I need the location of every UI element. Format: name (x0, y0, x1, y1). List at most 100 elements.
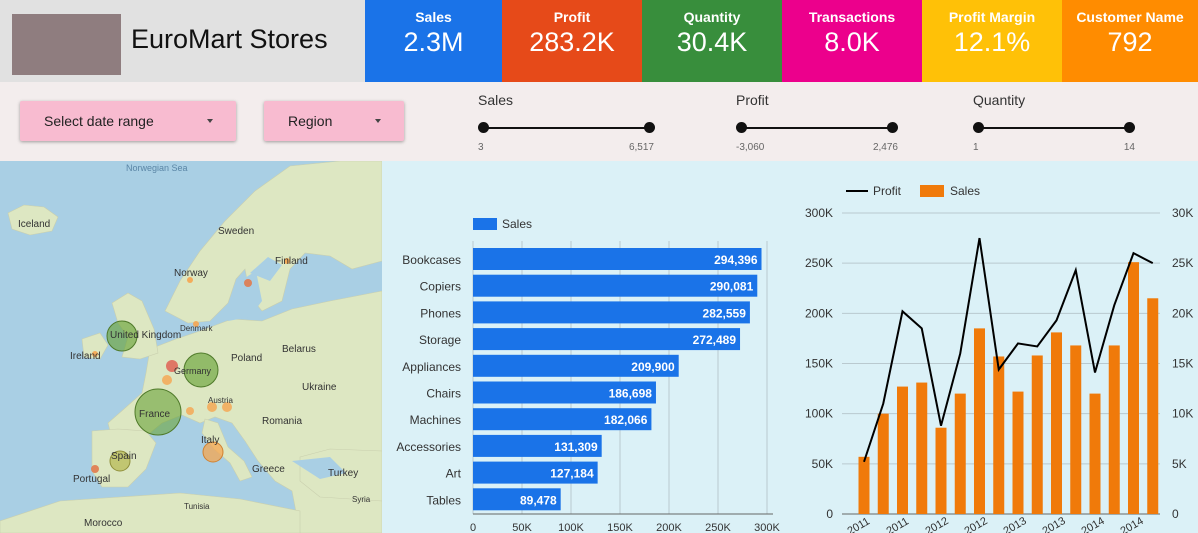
y2-tick-label: 30K (1172, 206, 1193, 220)
y2-tick-label: 0 (1172, 507, 1179, 521)
map-label: Norwegian Sea (126, 163, 188, 173)
map-label: United Kingdom (110, 330, 181, 341)
map-label: Finland (275, 256, 308, 267)
x-tick-label: 100K (558, 522, 584, 533)
sales-bar[interactable] (897, 386, 908, 514)
map-label: Turkey (328, 468, 358, 479)
x-tick-label: 150K (607, 522, 633, 533)
brand-block: EuroMart Stores (0, 0, 365, 82)
bar-value-label: 282,559 (703, 306, 747, 320)
kpi-label: Sales (415, 9, 452, 25)
y-tick-label: 0 (826, 507, 833, 521)
map-label: Greece (252, 464, 285, 475)
y-tick-label: 150K (805, 357, 833, 371)
sales-bar[interactable] (1108, 345, 1120, 514)
map-label: France (139, 409, 171, 420)
sales-bar[interactable] (916, 382, 928, 514)
kpi-card-customer-name[interactable]: Customer Name 792 (1062, 0, 1198, 82)
x-tick-label: 2013 (1002, 515, 1029, 533)
slider-max-value: 6,517 (628, 142, 654, 153)
sales-geo-map[interactable]: Norwegian Sea Iceland Sweden Finland Nor… (0, 161, 382, 533)
kpi-card-sales[interactable]: Sales 2.3M (365, 0, 502, 82)
sweden-sales-bubble[interactable] (244, 279, 252, 287)
kpi-card-profit[interactable]: Profit 283.2K (502, 0, 642, 82)
category-label: Art (446, 467, 462, 481)
legend-label-sales: Sales (950, 184, 980, 198)
x-tick-label: 2012 (924, 515, 951, 533)
map-label: Ireland (70, 351, 101, 362)
quantity-range-slider[interactable]: Quantity 1 14 (973, 82, 1137, 161)
sales-bar[interactable] (1128, 262, 1139, 514)
bar-value-label: 127,184 (550, 467, 594, 481)
company-logo (12, 14, 121, 75)
profit-range-slider[interactable]: Profit -3,060 2,476 (736, 82, 900, 161)
sales-bar[interactable] (858, 456, 870, 514)
kpi-card-transactions[interactable]: Transactions 8.0K (782, 0, 922, 82)
x-tick-label: 50K (512, 522, 532, 533)
sales-bar[interactable] (1147, 298, 1159, 514)
sales-bar[interactable] (1089, 393, 1101, 514)
y2-tick-label: 20K (1172, 306, 1193, 320)
sales-bar[interactable] (993, 356, 1005, 514)
x-tick-label: 2011 (846, 515, 872, 533)
sales-bar[interactable] (954, 393, 966, 514)
date-range-label: Select date range (44, 113, 154, 129)
map-label: Ukraine (302, 382, 337, 393)
slider-max-handle[interactable] (644, 122, 655, 133)
sales-bar[interactable] (974, 328, 985, 514)
map-label: Romania (262, 416, 302, 427)
slider-min-handle[interactable] (478, 122, 489, 133)
kpi-value: 283.2K (529, 27, 615, 57)
portugal-sales-bubble[interactable] (91, 465, 99, 473)
kpi-value: 8.0K (824, 27, 880, 57)
caret-down-icon (375, 119, 381, 123)
x-tick-label: 2014 (1080, 515, 1107, 533)
sales-bar[interactable] (877, 413, 889, 514)
small-sales-bubble[interactable] (186, 407, 194, 415)
date-range-dropdown[interactable]: Select date range (20, 101, 236, 141)
kpi-label: Quantity (683, 9, 741, 25)
kpi-card-quantity[interactable]: Quantity 30.4K (642, 0, 782, 82)
category-sales-bar-chart[interactable]: 0 50K 100K 150K 200K 250K 300K Sales Bookcases 29… (382, 161, 782, 533)
sales-range-slider[interactable]: Sales 3 6,517 (478, 82, 658, 161)
belgium-sales-bubble[interactable] (162, 375, 172, 385)
x-tick-label: 200K (656, 522, 682, 533)
bar-value-label: 272,489 (693, 333, 737, 347)
sales-bar[interactable] (1070, 345, 1082, 514)
chart-legend: Profit Sales (846, 184, 980, 198)
y-tick-label: 250K (805, 256, 833, 270)
sales-bar[interactable] (1031, 355, 1043, 514)
map-label: Austria (208, 396, 233, 405)
sales-bar[interactable] (1012, 391, 1024, 514)
sales-bar[interactable] (935, 427, 947, 514)
sales-bar[interactable] (1051, 332, 1062, 514)
slider-max-handle[interactable] (1124, 122, 1135, 133)
profit-sales-combo-chart[interactable]: 0 0 50K 5K 100K 10K 150K 15K 200K 20K 250K 25K 300K 3… (782, 161, 1198, 533)
x-tick-label: 2011 (885, 515, 911, 533)
y2-tick-label: 5K (1172, 457, 1187, 471)
x-tick-label: 300K (754, 522, 780, 533)
slider-min-value: -3,060 (736, 142, 765, 153)
region-label: Region (288, 113, 333, 129)
kpi-value: 12.1% (953, 27, 1031, 57)
y-tick-label: 50K (812, 457, 833, 471)
map-canvas[interactable]: Norwegian Sea Iceland Sweden Finland Nor… (0, 161, 382, 533)
slider-track (741, 127, 892, 129)
bar-value-label: 209,900 (631, 360, 675, 374)
x-tick-label: 2012 (963, 515, 990, 533)
slider-min-handle[interactable] (973, 122, 984, 133)
kpi-value: 2.3M (403, 27, 464, 57)
kpi-label: Profit Margin (948, 9, 1036, 25)
region-dropdown[interactable]: Region (264, 101, 404, 141)
map-label: Iceland (18, 219, 50, 230)
y-tick-label: 100K (805, 407, 833, 421)
map-label: Tunisia (184, 502, 210, 511)
slider-track (483, 127, 649, 129)
kpi-value: 792 (1107, 27, 1153, 57)
slider-max-handle[interactable] (887, 122, 898, 133)
bar-value-label: 294,396 (714, 253, 758, 267)
slider-track (978, 127, 1129, 129)
kpi-card-profit-margin[interactable]: Profit Margin 12.1% (922, 0, 1062, 82)
slider-min-handle[interactable] (736, 122, 747, 133)
category-label: Chairs (426, 387, 461, 401)
